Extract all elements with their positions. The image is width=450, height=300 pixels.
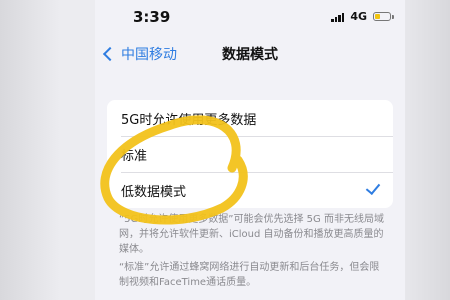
status-indicators: 4G	[331, 10, 394, 23]
status-time: 3:39	[133, 8, 171, 26]
cellular-signal-icon	[331, 12, 345, 22]
option-label: 标准	[121, 148, 148, 164]
footnote-standard-description: “标准”允许通过蜂窝网络进行自动更新和后台任务，但会限制视频和FaceTime通…	[119, 262, 380, 288]
data-mode-options: 5G时允许使用更多数据 标准 低数据模式	[107, 100, 393, 208]
phone-screen: 3:39 4G 中国移动 数据模式 5G时允许使用更多数据 标准 低数据模式 “…	[95, 0, 405, 300]
checkmark-icon	[365, 179, 381, 196]
battery-icon	[373, 12, 394, 21]
page-title: 数据模式	[222, 47, 278, 63]
network-type: 4G	[350, 10, 367, 23]
option-label: 低数据模式	[121, 184, 187, 200]
option-low-data-mode[interactable]: 低数据模式	[107, 172, 393, 208]
option-allow-more-data-5g[interactable]: 5G时允许使用更多数据	[107, 100, 393, 136]
footnote-5g-description: “5G时允许使用更多数据”可能会优先选择 5G 而非无线局域网，并将允许软件更新…	[119, 214, 384, 255]
option-label: 5G时允许使用更多数据	[121, 112, 257, 128]
option-standard[interactable]: 标准	[107, 136, 393, 172]
